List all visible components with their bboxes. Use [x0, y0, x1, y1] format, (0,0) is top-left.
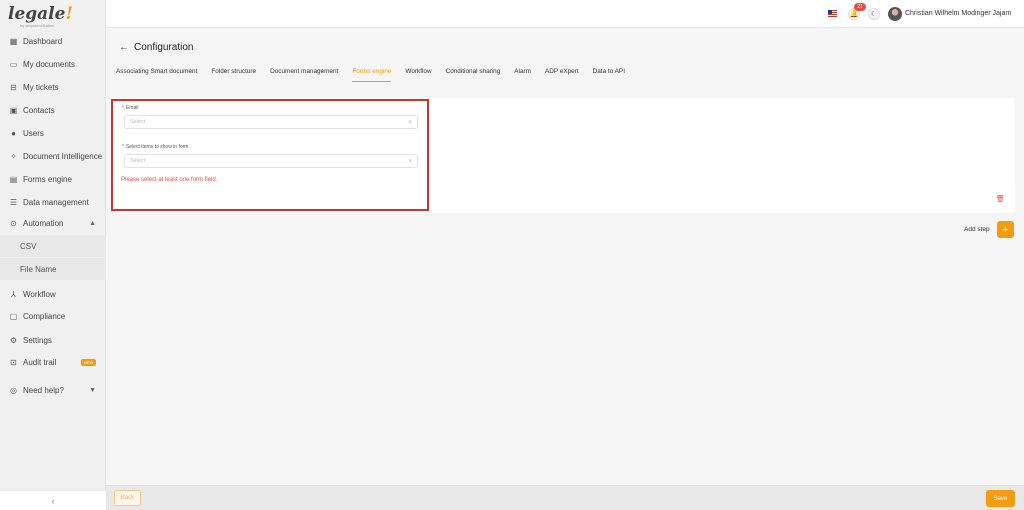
- form-icon: ▤: [9, 174, 18, 184]
- sidebar-item-workflow[interactable]: ⅄ Workflow: [0, 284, 106, 304]
- avatar[interactable]: [888, 7, 902, 21]
- logo: legale!: [8, 4, 73, 24]
- tab-forms-engine[interactable]: Forms engine: [352, 68, 392, 82]
- save-button[interactable]: Save: [986, 490, 1015, 507]
- folder-icon: ▭: [9, 59, 18, 69]
- ticket-icon: ⊟: [10, 82, 17, 92]
- workflow-icon: ⅄: [11, 289, 16, 299]
- page-title: Configuration: [134, 42, 194, 53]
- tab-folder-structure[interactable]: Folder structure: [211, 68, 256, 82]
- tab-workflow[interactable]: Workflow: [405, 68, 431, 82]
- chevron-down-icon: ▼: [89, 386, 96, 394]
- delete-step-icon[interactable]: 🗑: [996, 195, 1005, 203]
- sidebar-item-users[interactable]: ● Users: [0, 123, 106, 143]
- sidebar-item-my-documents[interactable]: ▭ My documents: [0, 54, 106, 74]
- sidebar-item-contacts[interactable]: ▣ Contacts: [0, 100, 106, 120]
- new-badge: NEW: [81, 358, 96, 366]
- user-icon: ●: [11, 128, 16, 138]
- compliance-icon: ▢: [9, 311, 18, 321]
- highlight-box: [111, 99, 429, 211]
- sidebar-item-data-management[interactable]: ☰ Data management: [0, 192, 106, 212]
- sidebar-item-dashboard[interactable]: ▦ Dashboard: [0, 31, 106, 51]
- tab-associating-smart-document[interactable]: Associating Smart document: [116, 68, 197, 82]
- back-button[interactable]: Back: [114, 490, 141, 506]
- us-flag-icon[interactable]: [828, 10, 837, 17]
- audit-icon: ⊡: [10, 357, 17, 367]
- sidebar-item-audit-trail[interactable]: ⊡ Audit trail NEW: [0, 352, 106, 372]
- tab-adp-expert[interactable]: ADP eXpert: [545, 68, 579, 82]
- dashboard-icon: ▦: [9, 36, 18, 46]
- gear-icon: ⚙: [9, 335, 18, 345]
- main-content: ← Configuration Associating Smart docume…: [106, 28, 1024, 485]
- theme-toggle-icon[interactable]: ☾: [868, 8, 880, 20]
- footer-bar: Back Save: [106, 485, 1024, 510]
- add-step-label: Add step: [964, 226, 990, 233]
- user-name[interactable]: Christian Wilhelm Modinger Jajam: [905, 10, 1011, 17]
- top-bar: 🔔 21 ☾ Christian Wilhelm Modinger Jajam: [106, 0, 1024, 28]
- sidebar-item-settings[interactable]: ⚙ Settings: [0, 330, 106, 350]
- config-tabs: Associating Smart document Folder struct…: [116, 68, 639, 82]
- tab-document-management[interactable]: Document management: [270, 68, 338, 82]
- sidebar-item-compliance[interactable]: ▢ Compliance: [0, 306, 106, 326]
- sidebar-item-automation[interactable]: ⊙ Automation ▲: [0, 213, 106, 233]
- notification-count-badge: 21: [854, 3, 866, 11]
- app-root: legale! by stepstoneNation ▦ Dashboard ▭ M…: [0, 0, 1024, 510]
- sidebar-item-forms-engine[interactable]: ▤ Forms engine: [0, 169, 106, 189]
- database-icon: ☰: [9, 197, 18, 207]
- contacts-icon: ▣: [9, 105, 18, 115]
- help-icon: ◎: [10, 385, 17, 395]
- back-arrow-icon[interactable]: ←: [119, 42, 129, 53]
- sidebar-item-document-intelligence[interactable]: ✧ Document Intelligence: [0, 146, 106, 166]
- sidebar-item-need-help[interactable]: ◎ Need help? ▼: [0, 380, 106, 400]
- logo-subtitle: by stepstoneNation: [20, 23, 55, 28]
- tab-conditional-sharing[interactable]: Conditional sharing: [446, 68, 501, 82]
- sidebar-subitem-csv[interactable]: CSV: [0, 235, 106, 257]
- automation-icon: ⊙: [10, 218, 17, 228]
- tab-alarm[interactable]: Alarm: [514, 68, 531, 82]
- tab-data-to-api[interactable]: Data to API: [593, 68, 625, 82]
- sparkle-icon: ✧: [10, 151, 17, 161]
- sidebar: legale! by stepstoneNation ▦ Dashboard ▭ M…: [0, 0, 106, 510]
- sidebar-item-my-tickets[interactable]: ⊟ My tickets: [0, 77, 106, 97]
- chevron-up-icon: ▲: [89, 219, 96, 227]
- collapse-sidebar-button[interactable]: ‹: [0, 490, 106, 510]
- validation-error: Please select at least one form field.: [121, 177, 218, 183]
- add-step-button[interactable]: +: [997, 221, 1014, 238]
- sidebar-subitem-file-name[interactable]: File Name: [0, 258, 106, 280]
